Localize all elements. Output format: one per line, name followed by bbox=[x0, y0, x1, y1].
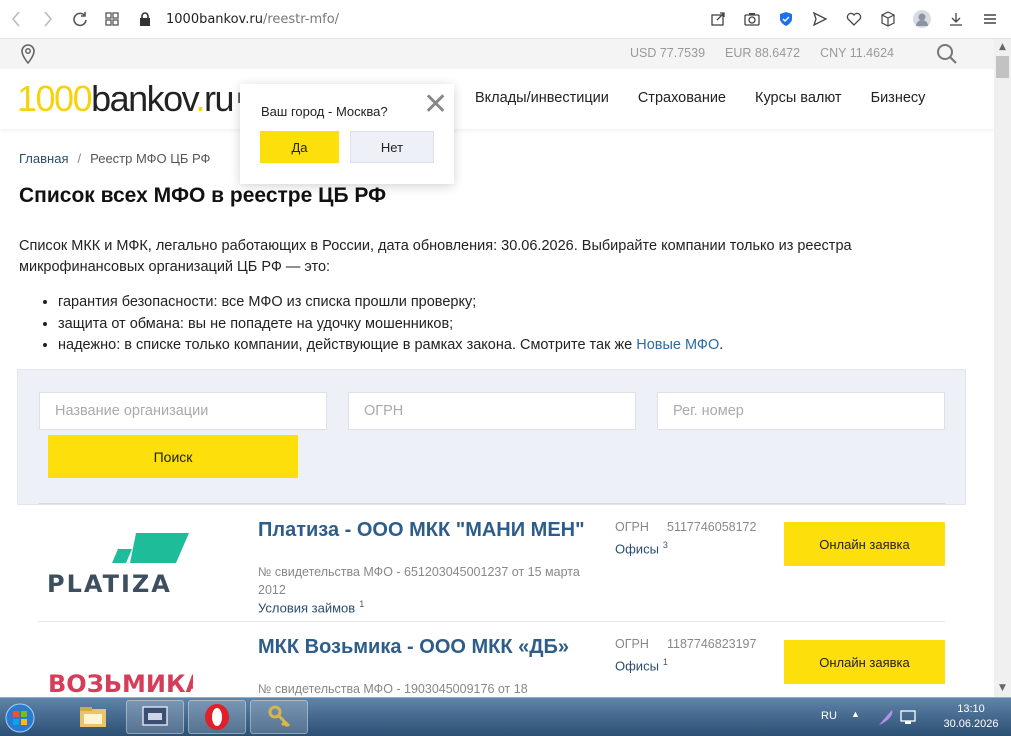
svg-text:ВОЗЬМИКА: ВОЗЬМИКА bbox=[48, 670, 193, 697]
city-no-button[interactable]: Нет bbox=[350, 131, 434, 163]
loan-terms-link[interactable]: Условия займов 1 bbox=[258, 599, 364, 615]
heart-icon[interactable] bbox=[839, 4, 869, 34]
page-title: Список всех МФО в реестре ЦБ РФ bbox=[19, 184, 387, 207]
currency-rates: USD 77.7539 EUR 88.6472 CNY 11.4624 bbox=[630, 46, 894, 60]
reload-button[interactable] bbox=[64, 3, 96, 35]
divider bbox=[38, 621, 945, 622]
certificate-text: № свидетельства МФО - 1903045009176 от 1… bbox=[258, 682, 528, 696]
org-name-link[interactable]: МКК Возьмика - ООО МКК «ДБ» bbox=[258, 635, 588, 659]
menu-icon[interactable] bbox=[975, 4, 1005, 34]
new-mfo-link[interactable]: Новые МФО bbox=[636, 337, 719, 353]
breadcrumb-separator: / bbox=[77, 151, 82, 166]
tray-expand-icon[interactable]: ▲ bbox=[851, 709, 860, 719]
network-icon[interactable] bbox=[899, 708, 917, 726]
search-panel: Название организации ОГРН Рег. номер Пои… bbox=[17, 369, 966, 505]
list-item: надежно: в списке только компании, дейст… bbox=[58, 335, 723, 357]
opera-taskbar-icon[interactable] bbox=[188, 700, 246, 734]
ogrn-label: ОГРН bbox=[615, 520, 649, 534]
ogrn-input[interactable]: ОГРН bbox=[348, 392, 636, 430]
download-icon[interactable] bbox=[941, 4, 971, 34]
divider bbox=[39, 503, 945, 504]
cube-icon[interactable] bbox=[873, 4, 903, 34]
nav-item-deposits[interactable]: Вклады/инвестиции bbox=[475, 90, 609, 106]
list-item: защита от обмана: вы не попадете на удоч… bbox=[58, 314, 723, 336]
benefits-list: гарантия безопасности: все МФО из списка… bbox=[40, 292, 723, 357]
intro-text: Список МКК и МФК, легально работающих в … bbox=[19, 238, 852, 275]
svg-text:PLATIZA: PLATIZA bbox=[47, 570, 172, 595]
ogrn-value: 1187746823197 bbox=[667, 637, 757, 651]
profile-icon[interactable] bbox=[907, 4, 937, 34]
start-button[interactable] bbox=[0, 698, 40, 736]
breadcrumb-home[interactable]: Главная bbox=[19, 151, 68, 166]
forward-button[interactable] bbox=[32, 3, 64, 35]
back-button[interactable] bbox=[0, 3, 32, 35]
send-icon[interactable] bbox=[805, 4, 835, 34]
scroll-down-icon[interactable]: ▼ bbox=[994, 680, 1011, 697]
rate-usd: USD 77.7539 bbox=[629, 46, 706, 60]
lock-icon bbox=[140, 12, 150, 26]
breadcrumb-current: Реестр МФО ЦБ РФ bbox=[90, 151, 211, 166]
url-path: /reestr-mfo/ bbox=[262, 11, 340, 27]
explorer-taskbar-icon[interactable] bbox=[64, 700, 122, 734]
offices-link[interactable]: Офисы 1 bbox=[615, 657, 668, 673]
taskbar-clock[interactable]: 13:10 30.06.2026 bbox=[941, 702, 1001, 732]
nav-item-currency[interactable]: Курсы валют bbox=[755, 90, 842, 106]
city-confirm-popup: Ваш город - Москва? ✕ Да Нет bbox=[240, 84, 454, 184]
offices-link[interactable]: Офисы 3 bbox=[615, 540, 668, 556]
share-icon[interactable] bbox=[703, 4, 733, 34]
apply-online-button[interactable]: Онлайн заявка bbox=[784, 640, 945, 684]
main-nav: Вклады/инвестиции Страхование Курсы валю… bbox=[475, 90, 925, 106]
org-name-link[interactable]: Платиза - ООО МКК "МАНИ МЕН" bbox=[258, 518, 588, 542]
tabs-grid-icon[interactable] bbox=[96, 3, 128, 35]
city-question: Ваш город - Москва? bbox=[261, 104, 388, 119]
page-scrollbar[interactable]: ▲ ▼ bbox=[994, 39, 1011, 697]
clock-time: 13:10 bbox=[957, 703, 985, 715]
nav-item-insurance[interactable]: Страхование bbox=[638, 90, 726, 106]
org-name-input[interactable]: Название организации bbox=[39, 392, 327, 430]
nav-item-business[interactable]: Бизнесу bbox=[871, 90, 926, 106]
keys-taskbar-icon[interactable] bbox=[250, 700, 308, 734]
scroll-thumb[interactable] bbox=[996, 56, 1009, 78]
site-top-bar: USD 77.7539 EUR 88.6472 CNY 11.4624 bbox=[0, 39, 994, 69]
windows-taskbar: RU ▲ 13:10 30.06.2026 bbox=[0, 697, 1011, 736]
camera-icon[interactable] bbox=[737, 4, 767, 34]
ogrn-value: 5117746058172 bbox=[667, 520, 757, 534]
language-indicator[interactable]: RU bbox=[821, 710, 837, 722]
shield-icon[interactable] bbox=[771, 4, 801, 34]
vozmika-logo[interactable]: ВОЗЬМИКА bbox=[47, 665, 193, 697]
url-domain: 1000bankov.ru bbox=[166, 11, 263, 27]
reg-number-input[interactable]: Рег. номер bbox=[657, 392, 945, 430]
breadcrumb: Главная / Реестр МФО ЦБ РФ bbox=[19, 151, 210, 166]
search-icon[interactable] bbox=[936, 43, 958, 65]
certificate-text: № свидетельства МФО - 651203045001237 от… bbox=[258, 565, 580, 597]
apply-online-button[interactable]: Онлайн заявка bbox=[784, 522, 945, 566]
scroll-up-icon[interactable]: ▲ bbox=[994, 39, 1011, 56]
rate-cny: CNY 11.4624 bbox=[820, 46, 894, 60]
logo[interactable]: 1000bankov.ru bbox=[17, 77, 235, 121]
list-item: гарантия безопасности: все МФО из списка… bbox=[58, 292, 723, 314]
ogrn-label: ОГРН bbox=[615, 637, 649, 651]
rate-eur: EUR 88.6472 bbox=[725, 46, 801, 60]
site-header: 1000bankov.ru I Вклады/инвестиции Страхо… bbox=[0, 69, 994, 129]
feather-tray-icon[interactable] bbox=[876, 707, 896, 727]
search-button[interactable]: Поиск bbox=[48, 435, 298, 478]
clock-date: 30.06.2026 bbox=[943, 718, 999, 730]
location-pin-icon[interactable] bbox=[20, 44, 36, 64]
app-taskbar-icon[interactable] bbox=[126, 700, 184, 734]
address-bar[interactable]: 1000bankov.ru/reestr-mfo/ bbox=[138, 12, 339, 27]
close-icon[interactable]: ✕ bbox=[423, 90, 448, 120]
city-yes-button[interactable]: Да bbox=[260, 131, 339, 163]
platiza-logo[interactable]: PLATIZA bbox=[46, 531, 190, 595]
browser-toolbar: 1000bankov.ru/reestr-mfo/ bbox=[0, 0, 1011, 39]
